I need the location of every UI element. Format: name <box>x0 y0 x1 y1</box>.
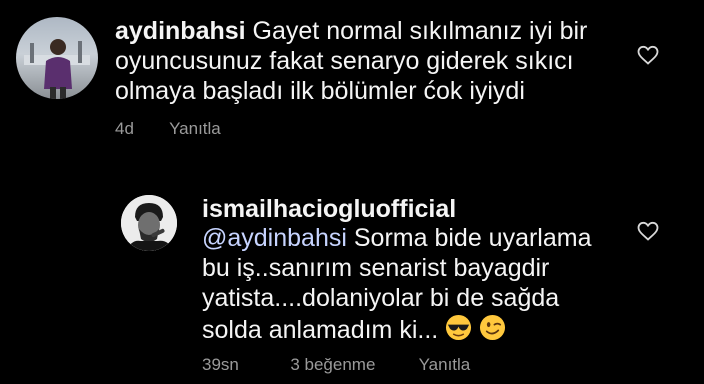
comment-meta: 4d Yanıtla <box>115 119 221 139</box>
comment-text-line: Gayet normal sıkılmanız iyi bir <box>252 17 588 45</box>
reply-text-line: bu iş..sanırım senarist bayagdir <box>202 254 550 282</box>
comment-username[interactable]: aydinbahsi <box>115 17 246 45</box>
reply-body-line: @aydinbahsi Sorma bide uyarlama <box>202 224 592 254</box>
reply-meta: 39sn 3 beğenme Yanıtla <box>202 355 470 375</box>
reply-text-line-with-emoji: solda anlamadım ki... <box>202 314 506 346</box>
comment-timestamp: 4d <box>115 119 134 138</box>
sunglasses-emoji <box>446 314 472 341</box>
reply-text: Sorma bide uyarlama <box>353 224 592 252</box>
likes-count-button[interactable]: 3 beğenme <box>290 355 375 374</box>
comment-text-line: oyuncusunuz fakat senaryo giderek sıkıcı <box>115 47 574 75</box>
reply-button[interactable]: Yanıtla <box>419 355 471 374</box>
avatar[interactable] <box>121 195 177 251</box>
avatar[interactable] <box>16 17 98 99</box>
reply-button[interactable]: Yanıtla <box>169 119 221 138</box>
reply-text: solda anlamadım ki... <box>202 316 439 344</box>
reply-username[interactable]: ismailhaciogluofficial <box>202 195 456 225</box>
winking-emoji <box>480 314 506 341</box>
comment-body: aydinbahsi Gayet normal sıkılmanız iyi b… <box>115 17 587 47</box>
mention-link[interactable]: @aydinbahsi <box>202 224 347 252</box>
comment-text-line: olmaya başladı ilk bölümler ćok iyiydi <box>115 77 525 105</box>
reply-text-line: yatista....dolaniyolar bi de sağda <box>202 284 560 312</box>
reply-timestamp: 39sn <box>202 355 239 374</box>
heart-outline-icon[interactable] <box>636 43 660 67</box>
heart-outline-icon[interactable] <box>636 219 660 243</box>
username-link[interactable]: ismailhaciogluofficial <box>202 195 456 223</box>
